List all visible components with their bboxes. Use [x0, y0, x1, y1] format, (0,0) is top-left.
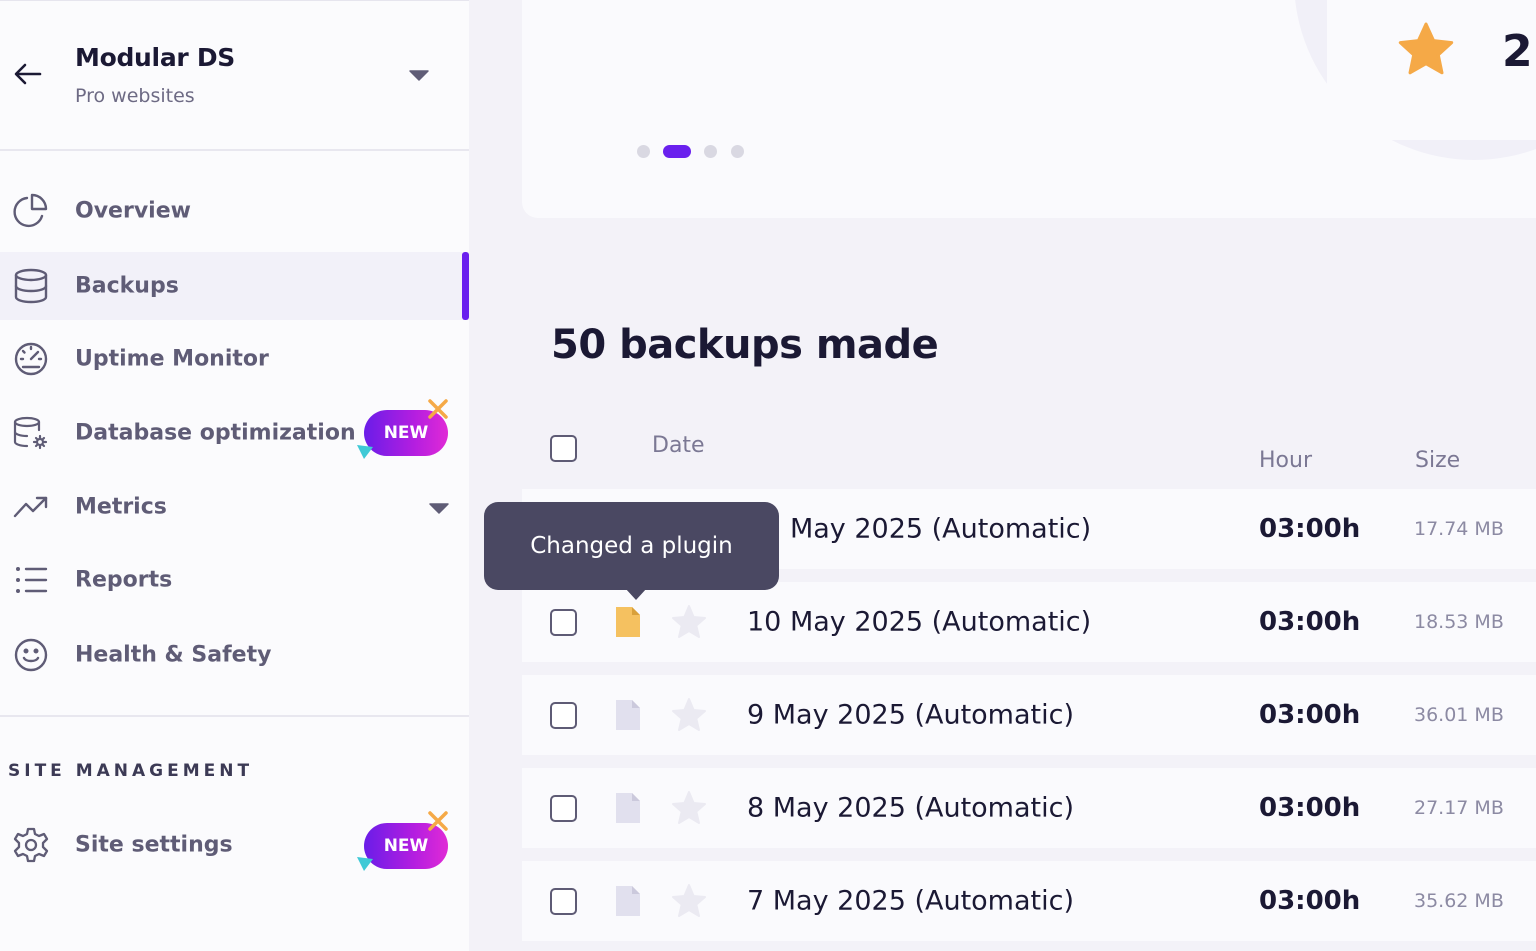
- section-title: SITE MANAGEMENT: [8, 761, 254, 781]
- table-row[interactable]: 7 May 2025 (Automatic) 03:00h 35.62 MB: [522, 861, 1536, 941]
- tooltip-arrow: [625, 588, 647, 600]
- carousel-dot[interactable]: [731, 145, 744, 158]
- star-toggle-icon[interactable]: [670, 790, 708, 826]
- database-icon: [12, 267, 50, 305]
- file-note-icon[interactable]: [616, 700, 640, 730]
- backup-date: 7 May 2025 (Automatic): [747, 885, 1074, 917]
- back-arrow-icon[interactable]: [12, 58, 44, 90]
- triangle-decoration-icon: [356, 443, 374, 461]
- sidebar-item-label: Database optimization: [75, 420, 356, 446]
- row-checkbox[interactable]: [550, 888, 577, 915]
- carousel-dot[interactable]: [704, 145, 717, 158]
- backup-size: 35.62 MB: [1414, 890, 1504, 912]
- site-switcher-chevron-down-icon[interactable]: [408, 67, 430, 81]
- site-header: Modular DS Pro websites: [0, 1, 469, 151]
- row-checkbox[interactable]: [550, 702, 577, 729]
- row-checkbox[interactable]: [550, 609, 577, 636]
- backup-size: 17.74 MB: [1414, 518, 1504, 540]
- pie-chart-icon: [12, 192, 50, 230]
- sidebar-item-label: Health & Safety: [75, 642, 272, 668]
- sparkle-icon: [426, 397, 450, 421]
- backup-hour: 03:00h: [1259, 793, 1361, 823]
- gauge-icon: [12, 340, 50, 378]
- sidebar-item-label: Reports: [75, 567, 173, 593]
- backup-date: 11 May 2025 (Automatic): [747, 513, 1092, 545]
- backup-size: 36.01 MB: [1414, 704, 1504, 726]
- row-checkbox[interactable]: [550, 795, 577, 822]
- sidebar-item-reports[interactable]: Reports: [0, 546, 469, 614]
- site-name[interactable]: Modular DS: [75, 43, 235, 72]
- backup-date: 9 May 2025 (Automatic): [747, 699, 1074, 731]
- file-note-icon[interactable]: [616, 793, 640, 823]
- backup-hour: 03:00h: [1259, 886, 1361, 916]
- triangle-decoration-icon: [356, 855, 374, 873]
- star-icon: [1396, 20, 1456, 80]
- column-header-hour[interactable]: Hour: [1259, 448, 1312, 473]
- backup-size: 27.17 MB: [1414, 797, 1504, 819]
- database-settings-icon: [12, 414, 50, 452]
- site-subtitle: Pro websites: [75, 85, 195, 107]
- sidebar-item-metrics[interactable]: Metrics: [0, 473, 469, 541]
- gear-icon: [12, 826, 50, 864]
- rating-value: 21: [1502, 26, 1536, 77]
- backup-hour: 03:00h: [1259, 607, 1361, 637]
- sidebar-item-backups[interactable]: Backups: [0, 252, 469, 320]
- main-content: 21 50 backups made Date Hour Size 11 May…: [469, 0, 1536, 951]
- file-note-icon[interactable]: [616, 886, 640, 916]
- sidebar-item-health-safety[interactable]: Health & Safety: [0, 621, 469, 689]
- sidebar-item-label: Uptime Monitor: [75, 346, 269, 372]
- backup-note-tooltip: Changed a plugin: [484, 502, 779, 590]
- table-row[interactable]: 9 May 2025 (Automatic) 03:00h 36.01 MB: [522, 675, 1536, 755]
- sidebar-item-label: Backups: [75, 273, 179, 299]
- table-row[interactable]: 10 May 2025 (Automatic) 03:00h 18.53 MB: [522, 582, 1536, 662]
- star-toggle-icon[interactable]: [670, 697, 708, 733]
- list-icon: [12, 561, 50, 599]
- sidebar-item-label: Overview: [75, 198, 191, 224]
- divider: [0, 715, 469, 717]
- file-note-icon[interactable]: [616, 607, 640, 637]
- sparkle-icon: [426, 809, 450, 833]
- backup-size: 18.53 MB: [1414, 611, 1504, 633]
- sidebar: Modular DS Pro websites Overview Backups: [0, 0, 469, 951]
- trending-up-icon: [12, 488, 50, 526]
- star-toggle-icon[interactable]: [670, 604, 708, 640]
- backup-date: 8 May 2025 (Automatic): [747, 792, 1074, 824]
- column-header-date[interactable]: Date: [652, 433, 705, 458]
- carousel-dot[interactable]: [637, 145, 650, 158]
- backup-hour: 03:00h: [1259, 700, 1361, 730]
- smile-icon: [12, 636, 50, 674]
- page-title: 50 backups made: [551, 322, 939, 368]
- sidebar-item-label: Metrics: [75, 494, 167, 520]
- backup-hour: 03:00h: [1259, 514, 1361, 544]
- sidebar-item-label: Site settings: [75, 832, 233, 858]
- stats-carousel-card: 21: [522, 0, 1536, 218]
- table-row[interactable]: 8 May 2025 (Automatic) 03:00h 27.17 MB: [522, 768, 1536, 848]
- backup-date: 10 May 2025 (Automatic): [747, 606, 1092, 638]
- select-all-checkbox[interactable]: [550, 435, 577, 462]
- sidebar-item-uptime-monitor[interactable]: Uptime Monitor: [0, 325, 469, 393]
- column-header-size[interactable]: Size: [1415, 448, 1460, 473]
- sidebar-item-overview[interactable]: Overview: [0, 177, 469, 245]
- chevron-down-icon[interactable]: [428, 500, 450, 514]
- active-indicator: [462, 252, 469, 320]
- carousel-dot-active[interactable]: [663, 145, 691, 158]
- star-toggle-icon[interactable]: [670, 883, 708, 919]
